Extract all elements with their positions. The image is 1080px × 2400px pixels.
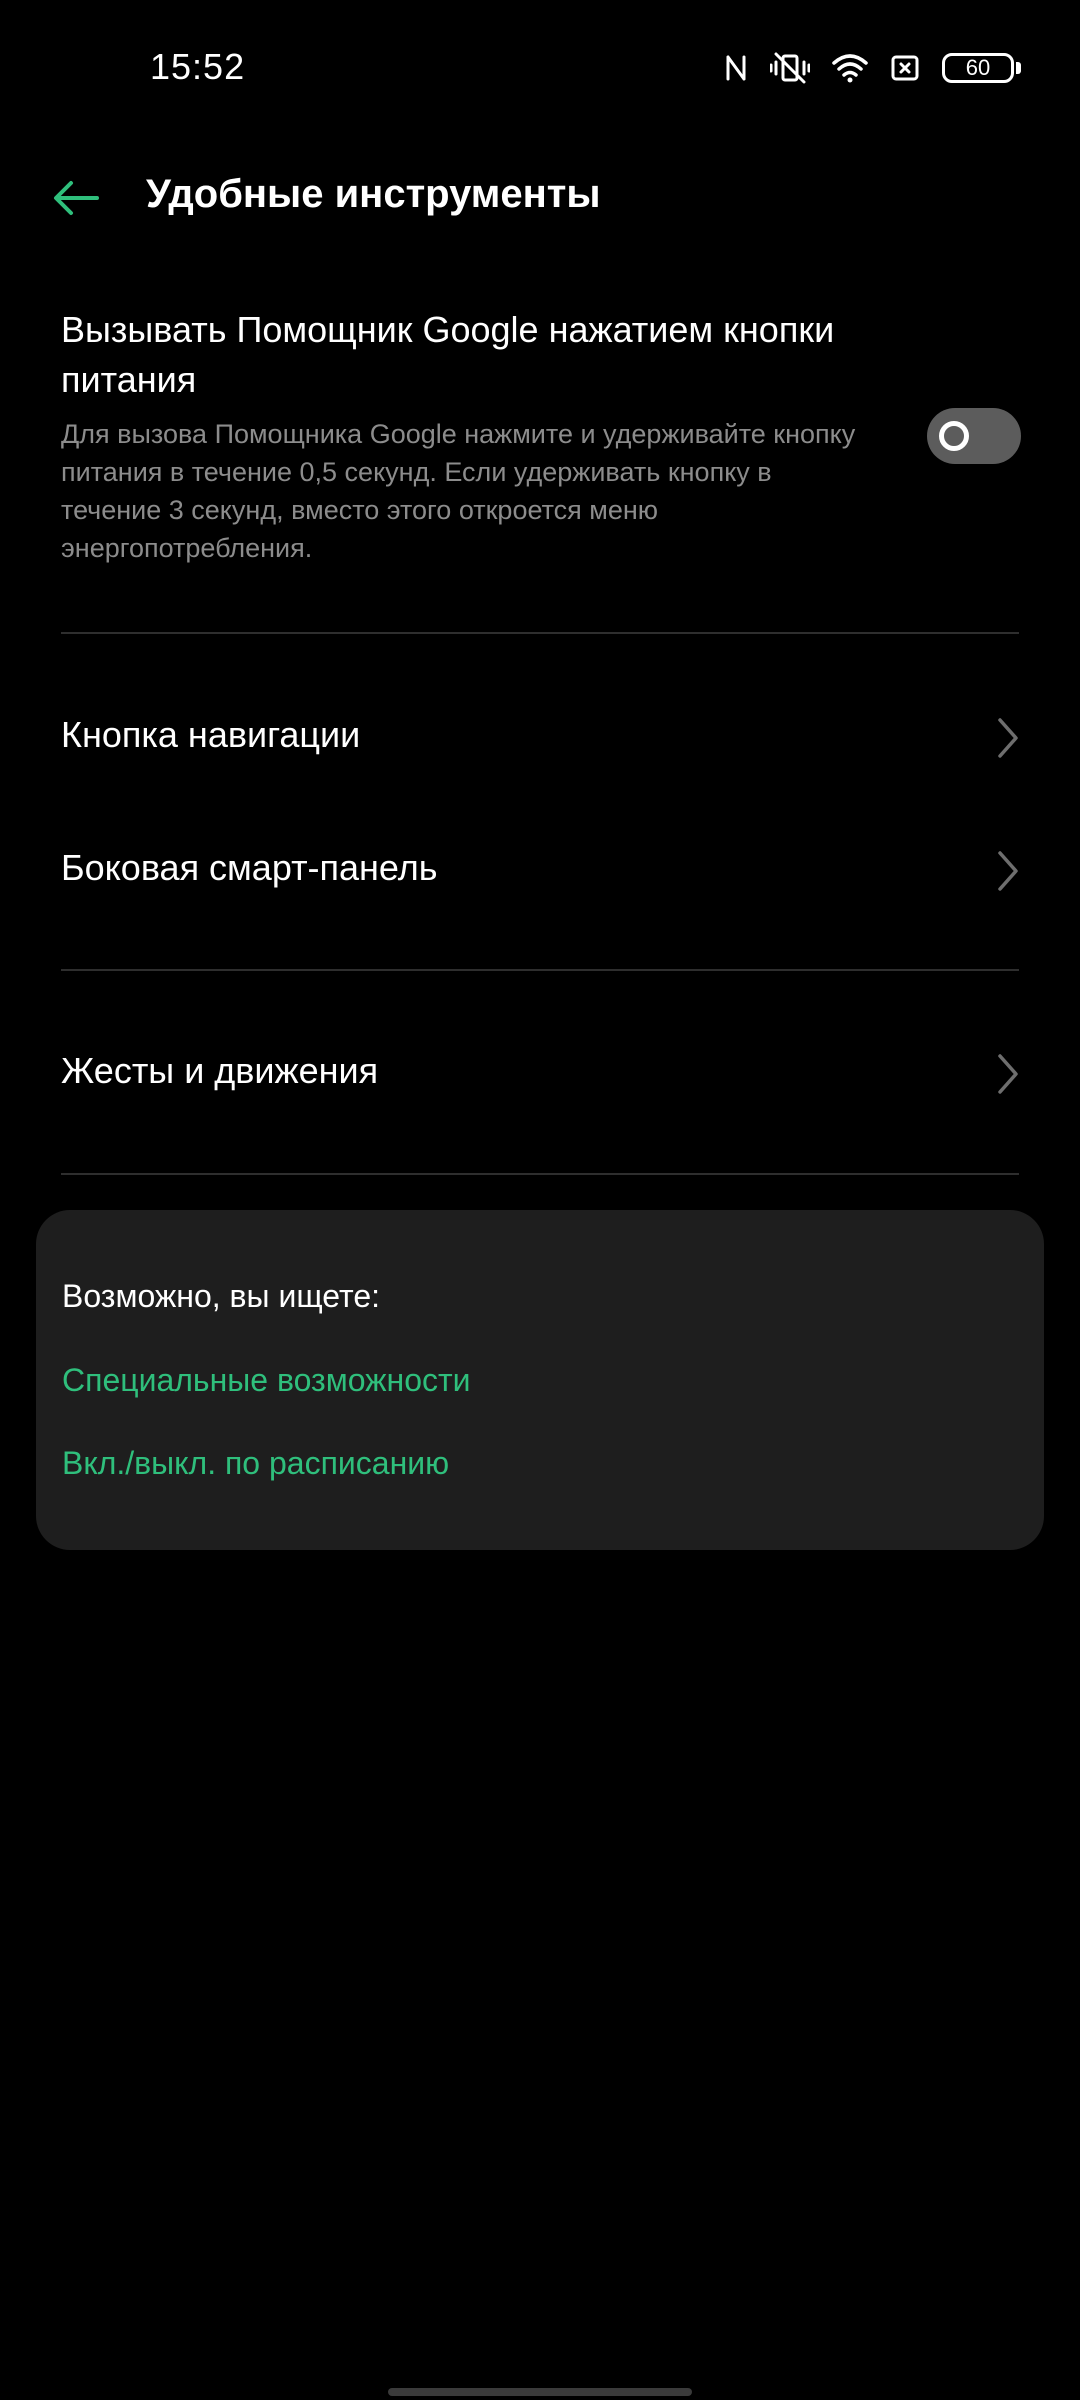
battery-tip [1016, 62, 1021, 74]
header: Удобные инструменты [0, 150, 1080, 246]
arrow-left-icon [54, 181, 99, 215]
back-button[interactable] [46, 170, 106, 226]
wifi-icon [832, 53, 868, 83]
suggestion-link-scheduled-power[interactable]: Вкл./выкл. по расписанию [62, 1445, 449, 1482]
settings-screen: 15:52 60 Удобные инструменты Вызывать По… [0, 0, 1080, 2400]
chevron-right-icon [998, 851, 1018, 891]
assistant-setting-title: Вызывать Помощник Google нажатием кнопки… [61, 309, 835, 400]
vibrate-off-icon [770, 52, 810, 84]
menu-item-label: Боковая смарт-панель [61, 847, 438, 888]
menu-item-gestures-motions[interactable]: Жесты и движения [0, 1014, 1080, 1134]
menu-item-smart-sidebar[interactable]: Боковая смарт-панель [0, 811, 1080, 931]
status-time: 15:52 [150, 46, 246, 87]
battery-icon: 60 [942, 51, 1022, 85]
chevron-right-icon [998, 718, 1018, 758]
suggestions-heading: Возможно, вы ищете: [62, 1278, 380, 1314]
suggestion-link-accessibility[interactable]: Специальные возможности [62, 1362, 471, 1399]
status-icons: 60 [724, 48, 1022, 88]
menu-item-label: Жесты и движения [61, 1050, 379, 1091]
assistant-power-button-setting[interactable]: Вызывать Помощник Google нажатием кнопки… [61, 305, 1021, 590]
sim-icon [890, 53, 920, 83]
assistant-setting-description: Для вызова Помощника Google нажмите и уд… [61, 419, 856, 563]
chevron-right-icon [998, 1054, 1018, 1094]
divider [61, 1173, 1019, 1175]
gesture-navigation-bar[interactable] [388, 2388, 692, 2396]
divider [61, 632, 1019, 634]
battery-level: 60 [942, 53, 1014, 83]
menu-item-label: Кнопка навигации [61, 714, 361, 755]
nfc-icon [724, 53, 748, 83]
toggle-knob [939, 421, 969, 451]
page-title: Удобные инструменты [146, 172, 601, 216]
status-bar: 15:52 60 [0, 0, 1080, 140]
assistant-toggle-switch[interactable] [927, 408, 1021, 464]
menu-item-navigation-button[interactable]: Кнопка навигации [0, 678, 1080, 798]
divider [61, 969, 1019, 971]
suggestions-card: Возможно, вы ищете: Специальные возможно… [36, 1210, 1044, 1550]
